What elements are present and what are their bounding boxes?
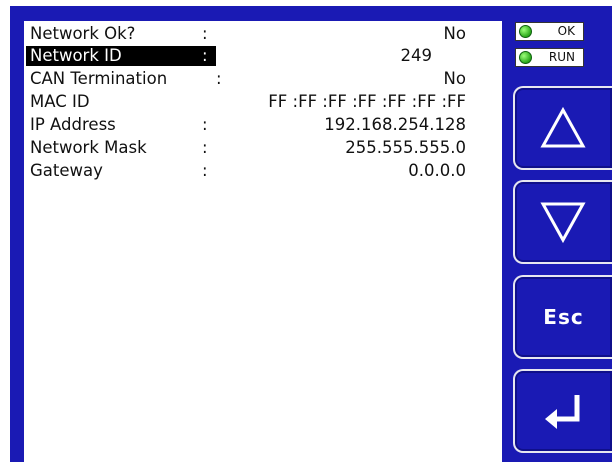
row-label: Network ID bbox=[30, 46, 122, 65]
row-value: FF :FF :FF :FF :FF :FF :FF bbox=[268, 92, 466, 111]
row-colon: : bbox=[202, 24, 208, 43]
row-network-id[interactable]: Network ID : 249 bbox=[26, 45, 472, 67]
up-arrow-icon bbox=[540, 106, 586, 148]
row-label: Network Mask bbox=[30, 138, 147, 157]
run-indicator: RUN bbox=[515, 48, 584, 67]
esc-button[interactable]: Esc bbox=[513, 275, 612, 359]
row-label: Gateway bbox=[30, 161, 103, 180]
ok-indicator: OK bbox=[515, 22, 584, 41]
row-value: 192.168.254.128 bbox=[324, 115, 466, 134]
row-colon: : bbox=[202, 115, 208, 134]
ok-label: OK bbox=[557, 24, 575, 38]
row-gateway[interactable]: Gateway : 0.0.0.0 bbox=[26, 160, 472, 182]
down-button[interactable] bbox=[513, 180, 612, 264]
row-value: 255.555.555.0 bbox=[345, 138, 466, 157]
row-label: Network Ok? bbox=[30, 24, 136, 43]
row-value: No bbox=[443, 69, 466, 88]
down-arrow-icon bbox=[540, 202, 586, 244]
row-colon: : bbox=[202, 46, 208, 65]
led-icon bbox=[519, 25, 532, 38]
row-mac-id[interactable]: MAC ID FF :FF :FF :FF :FF :FF :FF bbox=[26, 91, 472, 113]
row-value: 0.0.0.0 bbox=[408, 161, 466, 180]
enter-icon bbox=[545, 395, 580, 429]
row-network-mask[interactable]: Network Mask : 255.555.555.0 bbox=[26, 137, 472, 159]
row-colon: : bbox=[216, 69, 222, 88]
row-label: MAC ID bbox=[30, 92, 90, 111]
enter-button[interactable] bbox=[513, 369, 612, 453]
up-button[interactable] bbox=[513, 86, 612, 170]
row-value: 249 bbox=[400, 46, 433, 65]
row-colon: : bbox=[202, 138, 208, 157]
row-label: CAN Termination bbox=[30, 69, 168, 88]
esc-label: Esc bbox=[543, 305, 584, 329]
row-value: No bbox=[443, 24, 466, 43]
led-icon bbox=[519, 51, 532, 64]
row-network-ok[interactable]: Network Ok? : No bbox=[26, 23, 472, 45]
run-label: RUN bbox=[548, 50, 575, 64]
row-label: IP Address bbox=[30, 115, 116, 134]
row-ip-address[interactable]: IP Address : 192.168.254.128 bbox=[26, 114, 472, 136]
row-can-termination[interactable]: CAN Termination : No bbox=[26, 68, 472, 90]
row-colon: : bbox=[202, 161, 208, 180]
